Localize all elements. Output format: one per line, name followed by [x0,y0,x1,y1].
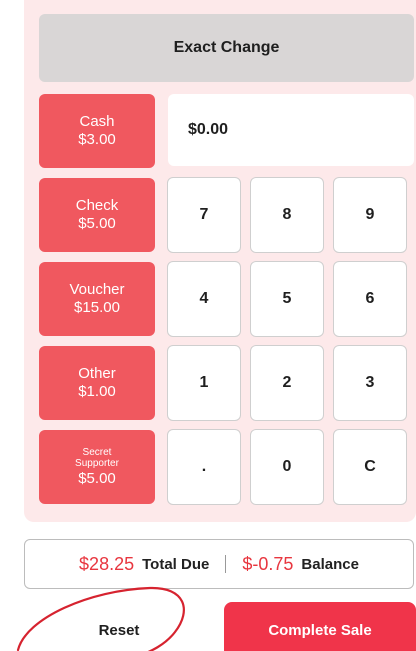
payment-name: Voucher [69,281,125,298]
summary-divider [225,555,227,573]
key-6[interactable]: 6 [333,261,407,337]
key-0[interactable]: 0 [250,429,324,505]
key-2[interactable]: 2 [250,345,324,421]
payment-secret-supporter-button[interactable]: Secret Supporter $5.00 [39,430,155,504]
key-clear[interactable]: C [333,429,407,505]
total-due-label: Total Due [142,555,210,573]
exact-change-button[interactable]: Exact Change [39,14,414,82]
key-4[interactable]: 4 [167,261,241,337]
payment-name: Secret Supporter [75,446,119,470]
payment-check-button[interactable]: Check $5.00 [39,178,155,252]
key-3[interactable]: 3 [333,345,407,421]
payment-amount: $3.00 [78,131,116,148]
payment-amount: $5.00 [78,215,116,232]
complete-sale-button[interactable]: Complete Sale [224,602,416,651]
payment-other-button[interactable]: Other $1.00 [39,346,155,420]
key-9[interactable]: 9 [333,177,407,253]
balance-label: Balance [301,555,359,573]
key-1[interactable]: 1 [167,345,241,421]
pos-payment-screen: Exact Change Cash $3.00 Check $5.00 Vouc… [0,0,416,651]
key-8[interactable]: 8 [250,177,324,253]
total-due-amount: $28.25 [79,553,135,574]
key-5[interactable]: 5 [250,261,324,337]
payment-amount: $15.00 [74,299,120,316]
key-decimal[interactable]: . [167,429,241,505]
payment-amount: $5.00 [78,469,116,487]
amount-input-display[interactable]: $0.00 [168,94,414,166]
key-7[interactable]: 7 [167,177,241,253]
payment-name: Check [75,197,119,214]
payment-cash-button[interactable]: Cash $3.00 [39,94,155,168]
payment-name: Cash [79,113,115,130]
sale-summary-bar: $28.25 Total Due $-0.75 Balance [24,539,414,589]
reset-button[interactable]: Reset [26,605,212,651]
payment-voucher-button[interactable]: Voucher $15.00 [39,262,155,336]
balance-amount: $-0.75 [242,553,294,574]
payment-amount: $1.00 [78,383,116,400]
payment-name: Other [78,365,116,382]
